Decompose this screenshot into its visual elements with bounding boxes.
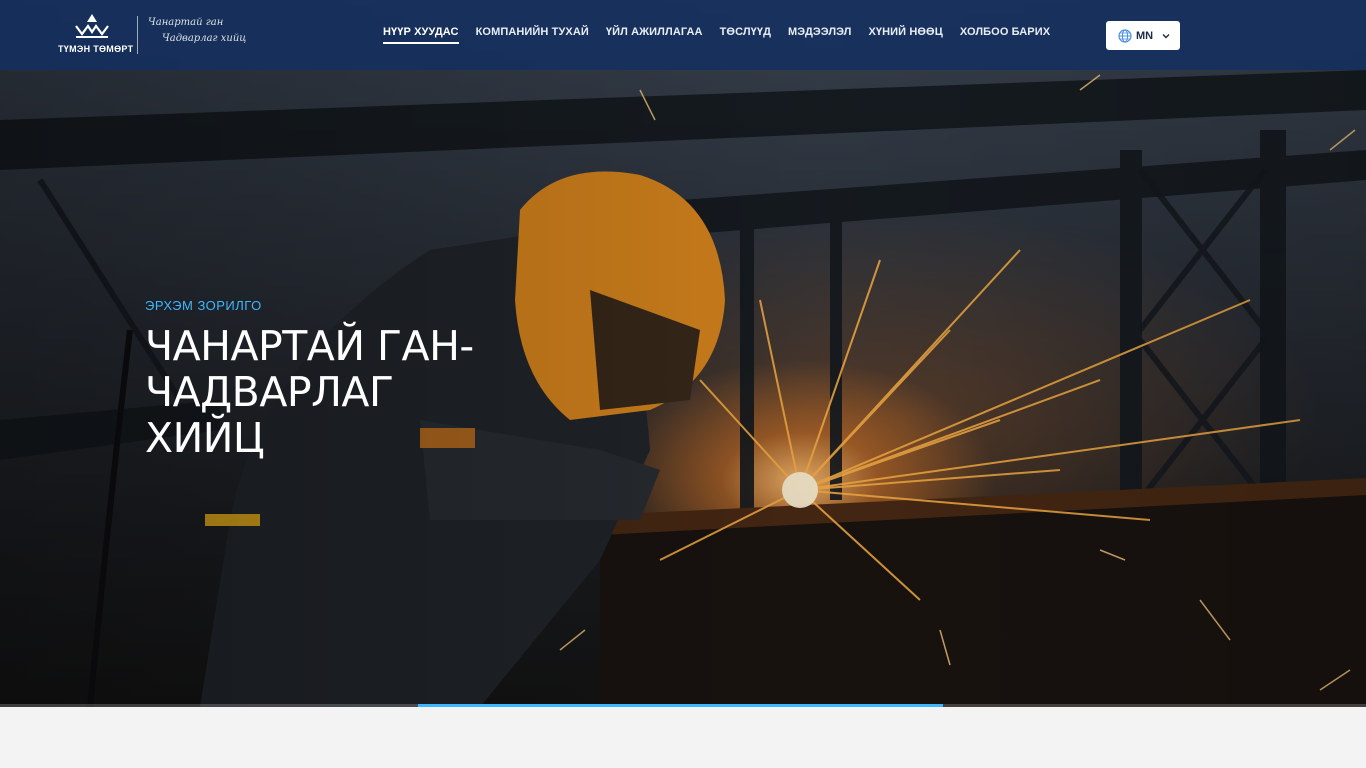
hero-title-line-2: ХИЙЦ xyxy=(145,414,265,462)
company-slogan: Чанартай ган Чадварлаг хийц xyxy=(148,15,256,47)
hero-eyebrow: ЭРХЭМ ЗОРИЛГО xyxy=(145,298,262,313)
nav-item-operations[interactable]: ҮЙЛ АЖИЛЛАГАА xyxy=(606,26,703,44)
nav-item-contact[interactable]: ХОЛБОО БАРИХ xyxy=(960,26,1050,44)
nav-item-news[interactable]: МЭДЭЭЛЭЛ xyxy=(788,26,851,44)
hero-title: ЧАНАРТАЙ ГАН-ЧАДВАРЛАГ ХИЙЦ xyxy=(145,323,705,461)
chevron-down-icon xyxy=(1162,33,1170,38)
globe-icon xyxy=(1118,28,1132,43)
language-selector[interactable]: MN xyxy=(1106,21,1180,50)
hero-title-line-1: ЧАНАРТАЙ ГАН-ЧАДВАРЛАГ xyxy=(145,322,474,416)
main-navigation: НҮҮР ХУУДАС КОМПАНИЙН ТУХАЙ ҮЙЛ АЖИЛЛАГА… xyxy=(383,26,1050,44)
language-current: MN xyxy=(1136,29,1154,42)
company-name: ТҮМЭН ТӨМӨРТ xyxy=(58,44,134,54)
slogan-line-1: Чанартай ган xyxy=(148,17,224,28)
nav-item-about[interactable]: КОМПАНИЙН ТУХАЙ xyxy=(476,26,589,44)
slogan-line-2: Чадварлаг хийц xyxy=(162,33,247,44)
company-logo[interactable]: ТҮМЭН ТӨМӨРТ xyxy=(58,14,133,56)
nav-item-careers[interactable]: ХҮНИЙ НӨӨЦ xyxy=(868,26,942,44)
hero-banner: ЭРХЭМ ЗОРИЛГО ЧАНАРТАЙ ГАН-ЧАДВАРЛАГ ХИЙ… xyxy=(0,0,1366,707)
logo-mountain-icon xyxy=(75,14,109,38)
content-section-start xyxy=(0,707,1366,768)
nav-item-home[interactable]: НҮҮР ХУУДАС xyxy=(383,26,459,44)
nav-item-projects[interactable]: ТӨСЛҮҮД xyxy=(720,26,771,44)
logo-divider xyxy=(137,16,138,54)
site-header: ТҮМЭН ТӨМӨРТ Чанартай ган Чадварлаг хийц… xyxy=(0,0,1366,70)
